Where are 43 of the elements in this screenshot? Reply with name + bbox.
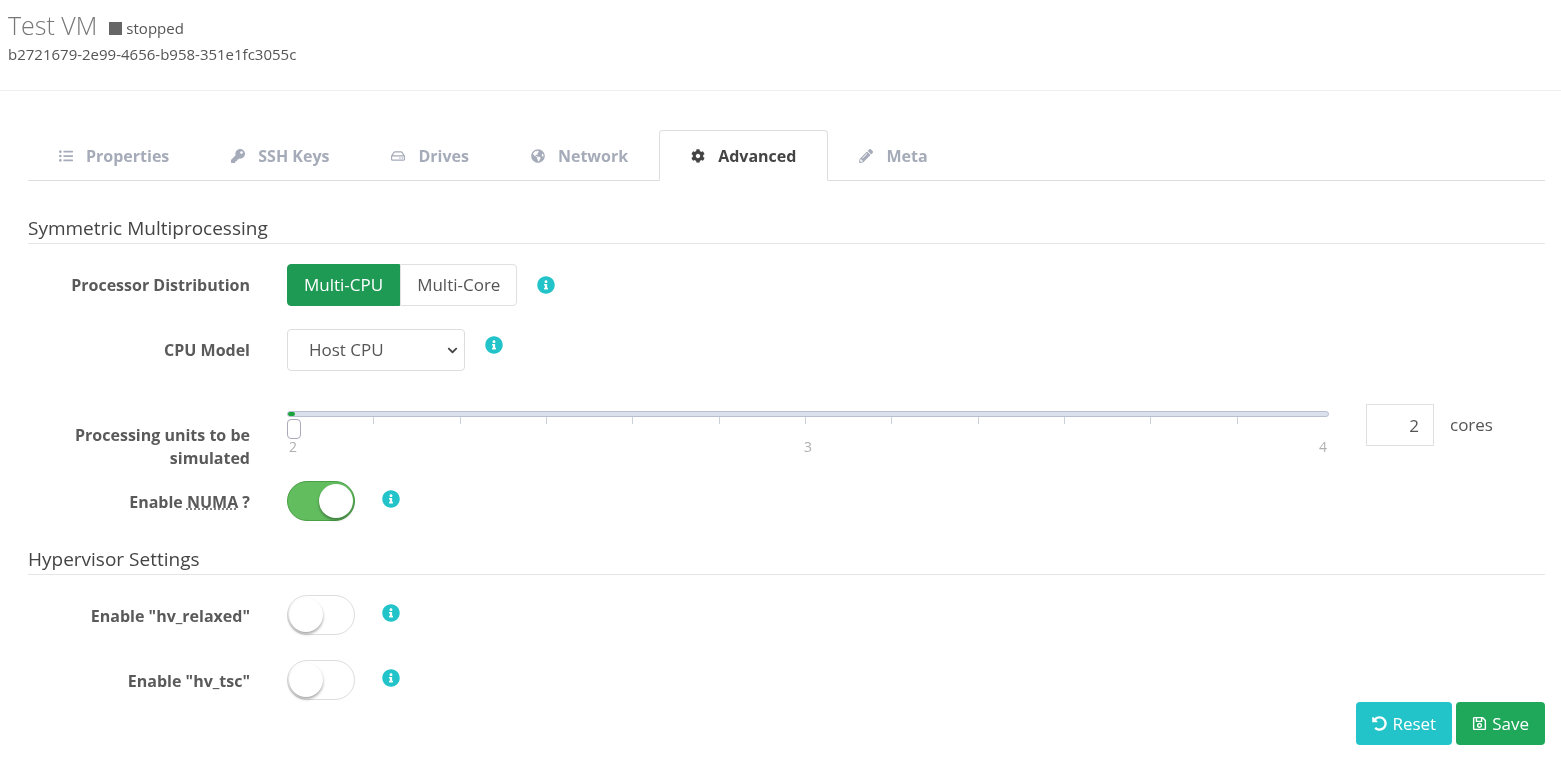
drive-icon [391, 148, 406, 163]
gear-icon [691, 148, 706, 163]
save-button[interactable]: Save [1456, 702, 1545, 745]
field-label: CPU Model [164, 339, 250, 362]
info-icon[interactable] [382, 669, 400, 687]
undo-icon [1372, 716, 1388, 731]
list-icon [59, 148, 73, 163]
tab[interactable]: Properties [28, 130, 201, 181]
slider-handle[interactable] [287, 419, 301, 439]
toggle-switch[interactable] [287, 481, 355, 521]
stopped-status-icon [109, 22, 123, 35]
tab[interactable]: SSH Keys [200, 130, 361, 181]
tab[interactable]: Drives [360, 130, 500, 181]
pencil-icon [859, 148, 874, 163]
vm-title: Test VM [8, 8, 98, 42]
tab[interactable]: Meta [828, 130, 959, 181]
section-heading: Symmetric Multiprocessing [28, 215, 1545, 244]
cores-input[interactable]: 2 [1366, 404, 1434, 446]
info-icon[interactable] [382, 490, 400, 508]
tick-label: 4 [1319, 436, 1327, 457]
tab[interactable]: Network [499, 130, 660, 181]
vm-uuid: b2721679-2e99-4656-b958-351e1fc3055c [8, 43, 298, 66]
globe-icon [530, 148, 545, 163]
info-icon[interactable] [485, 336, 503, 354]
info-icon[interactable] [382, 604, 400, 622]
slider-track[interactable] [287, 411, 1329, 417]
field-label: Processing units to be simulated [74, 424, 250, 470]
cpu-model-select[interactable]: Host CPU [287, 329, 465, 371]
field-label: Enable NUMA ? [129, 491, 250, 514]
info-icon[interactable] [537, 276, 556, 294]
segment-option[interactable]: Multi-CPU [287, 264, 401, 306]
tick-label: 2 [289, 436, 297, 457]
status-label: stopped [126, 17, 184, 40]
unit-label: cores [1450, 412, 1493, 438]
reset-button[interactable]: Reset [1356, 702, 1453, 745]
key-icon [231, 148, 246, 163]
field-label: Enable "hv_relaxed" [90, 605, 250, 628]
tab[interactable]: Advanced [659, 130, 829, 181]
field-label: Processor Distribution [71, 274, 250, 297]
segment-option[interactable]: Multi-Core [400, 264, 518, 306]
field-label: Enable "hv_tsc" [127, 670, 250, 693]
tick-label: 3 [804, 436, 812, 457]
section-heading: Hypervisor Settings [28, 546, 1545, 575]
